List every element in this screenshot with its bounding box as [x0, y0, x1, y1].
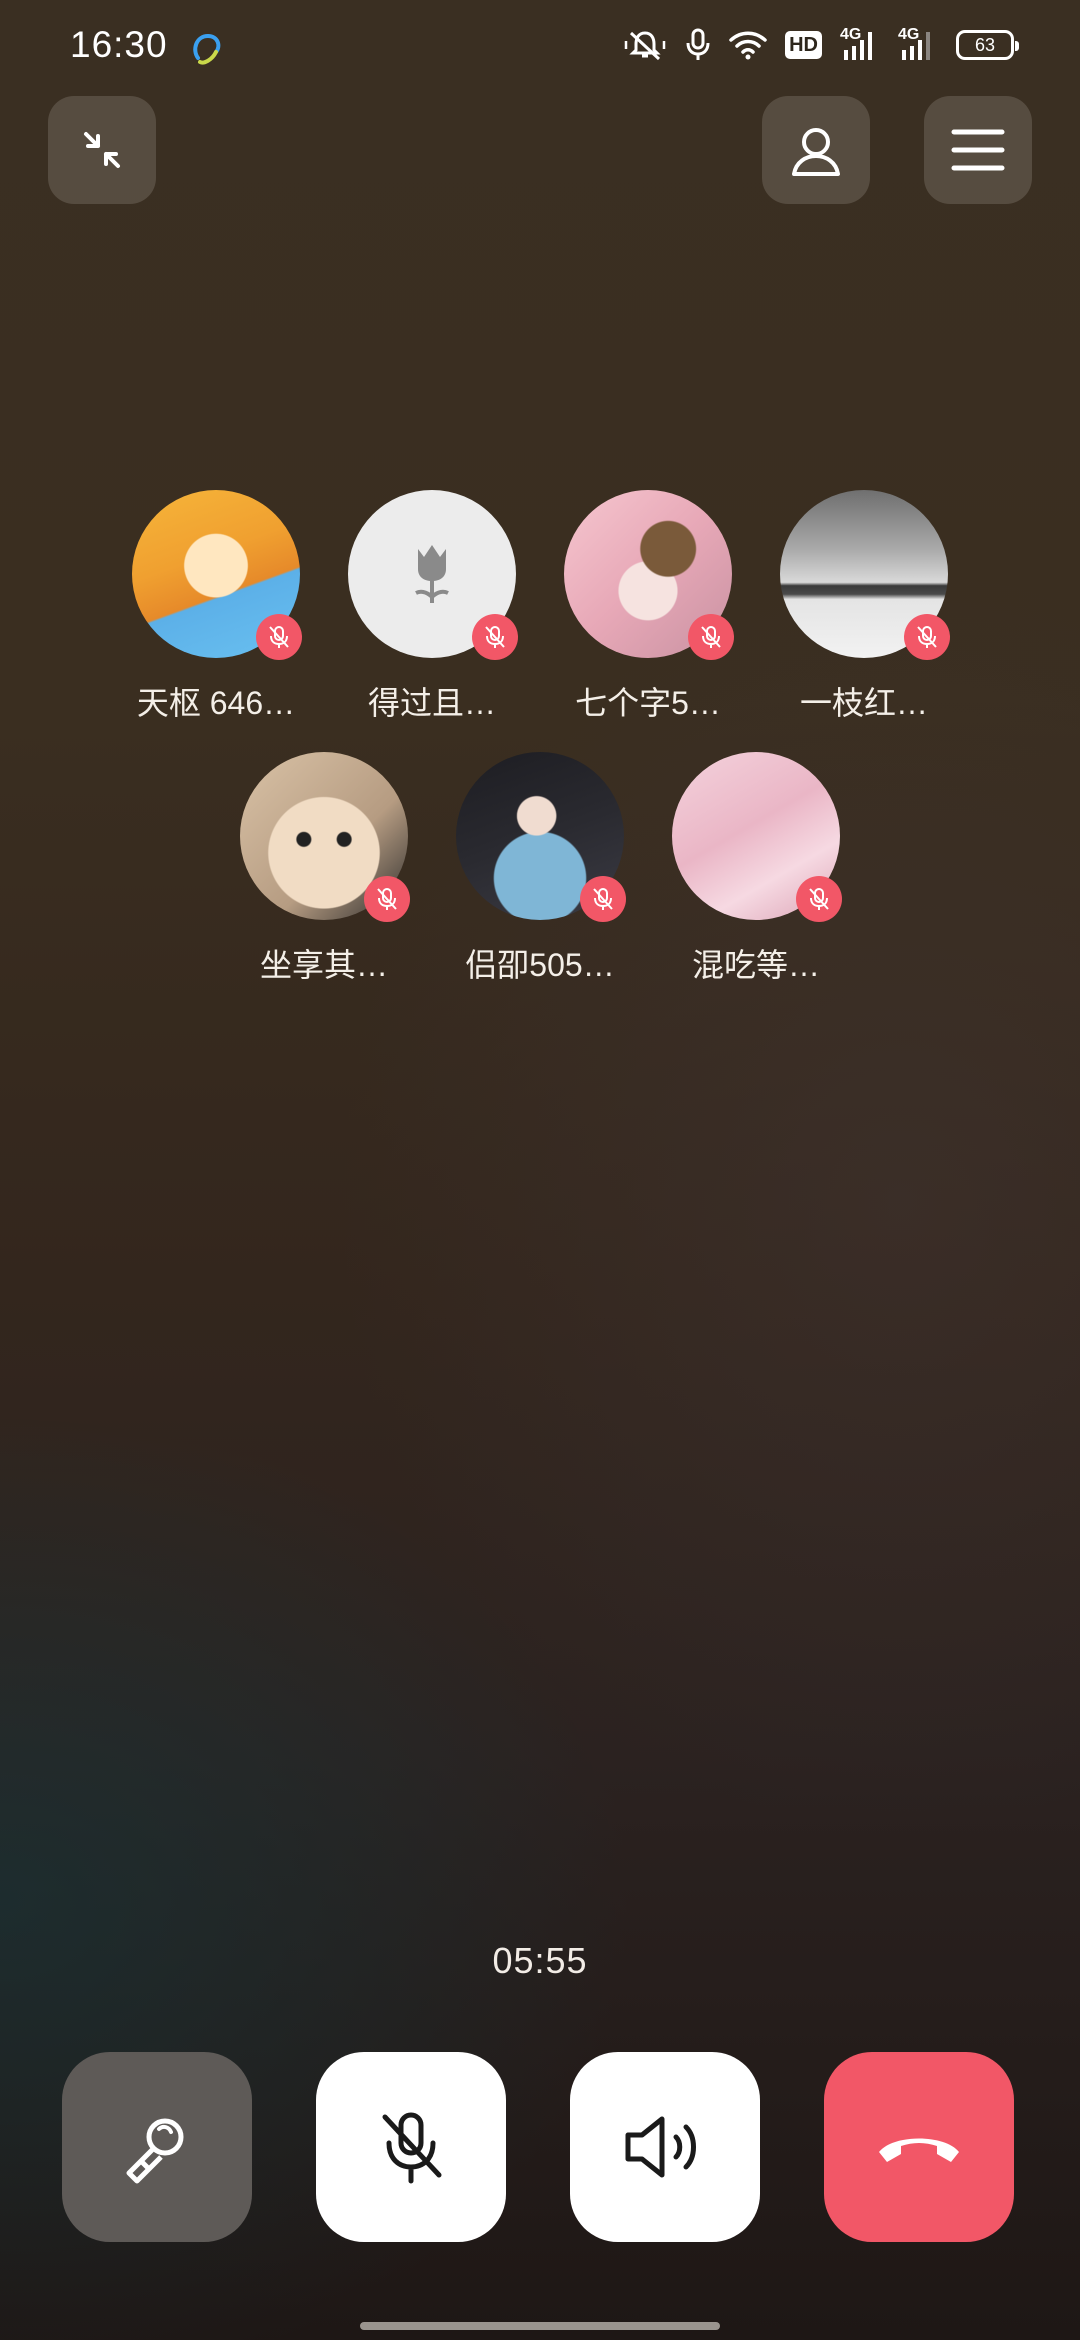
mic-off-icon [809, 888, 829, 910]
mic-off-icon [917, 626, 937, 648]
avatar [564, 490, 734, 660]
battery-icon: 63 [956, 30, 1019, 60]
participant-name: 天枢 646… [136, 685, 296, 721]
effects-button[interactable] [62, 2052, 252, 2242]
mic-off-icon [701, 626, 721, 648]
mute-badge [904, 614, 950, 660]
signal-icon: 4G [840, 27, 880, 62]
participant-name: 一枝红… [799, 685, 928, 721]
hang-up-button[interactable] [824, 2052, 1014, 2242]
avatar [672, 752, 842, 922]
minimize-button[interactable] [48, 96, 156, 204]
magic-wand-icon [126, 2118, 184, 2184]
participant-name: 混吃等… [691, 947, 820, 983]
microphone-icon [686, 28, 710, 60]
avatar [348, 490, 518, 660]
participant-name: 侣卲505… [465, 947, 615, 983]
status-time: 16:30 [70, 24, 168, 65]
avatar [780, 490, 950, 660]
wifi-icon [729, 31, 767, 60]
minimize-icon [84, 132, 120, 168]
avatar [456, 752, 626, 922]
mute-badge [472, 614, 518, 660]
mute-badge [580, 876, 626, 922]
mute-badge [688, 614, 734, 660]
person-icon [792, 128, 840, 176]
participant-name: 七个字5… [575, 685, 721, 721]
avatar [240, 752, 410, 922]
mic-off-icon [593, 888, 613, 910]
mic-toggle-button[interactable] [316, 2052, 506, 2242]
speaker-button[interactable] [570, 2052, 760, 2242]
signal-icon: 4G [898, 27, 938, 62]
participant[interactable]: 侣卲505… [432, 752, 648, 986]
menu-button[interactable] [924, 96, 1032, 204]
mic-off-icon [269, 626, 289, 648]
status-bar: 16:30 HD 4G 4G 63 [0, 0, 1080, 96]
hang-up-icon [879, 2138, 959, 2162]
avatar [132, 490, 302, 660]
participant[interactable]: 得过且… [324, 490, 540, 724]
mute-badge [256, 614, 302, 660]
home-indicator[interactable] [360, 2322, 720, 2330]
mute-bell-icon [624, 31, 666, 61]
participant-name: 得过且… [367, 685, 496, 721]
hd-icon: HD [785, 31, 822, 59]
participant[interactable]: 天枢 646… [108, 490, 324, 724]
speaker-icon [625, 2116, 696, 2178]
assistant-icon [193, 33, 221, 65]
participant[interactable]: 坐享其… [216, 752, 432, 986]
participant[interactable]: 七个字5… [540, 490, 756, 724]
mic-off-icon [485, 626, 505, 648]
mic-off-icon [377, 888, 397, 910]
contacts-button[interactable] [762, 96, 870, 204]
mic-off-icon [382, 2112, 442, 2184]
participant[interactable]: 混吃等… [648, 752, 864, 986]
mute-badge [364, 876, 410, 922]
mute-badge [796, 876, 842, 922]
participant[interactable]: 一枝红… [756, 490, 972, 724]
menu-icon [951, 129, 1005, 171]
participant-name: 坐享其… [259, 947, 388, 983]
status-icons: HD 4G 4G 63 [623, 27, 1019, 62]
call-duration: 05:55 [492, 1940, 588, 1981]
tulip-icon [415, 545, 449, 603]
